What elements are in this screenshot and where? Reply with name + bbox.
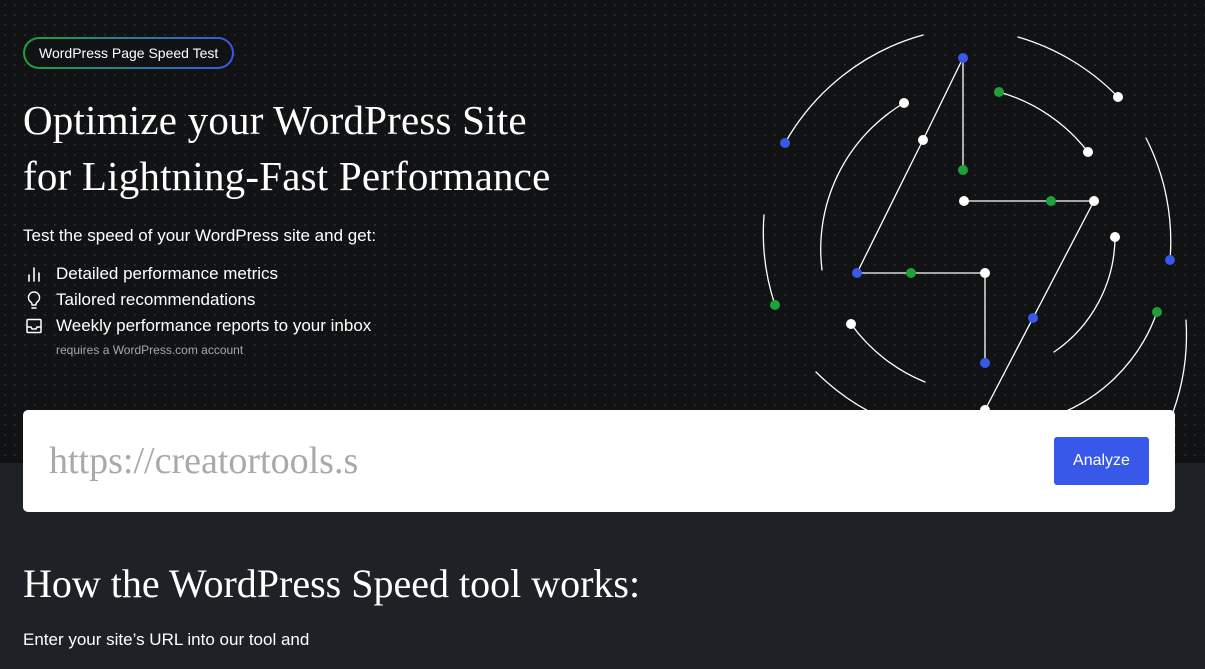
feature-item-recommendations: Tailored recommendations <box>23 287 371 313</box>
network-node <box>918 135 928 145</box>
network-node <box>1028 313 1038 323</box>
site-url-input[interactable] <box>49 428 1039 494</box>
feature-label: Weekly performance reports to your inbox <box>56 316 372 335</box>
network-node <box>780 138 790 148</box>
feature-list: Detailed performance metrics Tailored re… <box>23 261 371 339</box>
network-node <box>958 165 968 175</box>
network-node <box>906 268 916 278</box>
network-node <box>852 268 862 278</box>
feature-item-reports: Weekly performance reports to your inbox <box>23 313 371 339</box>
network-node <box>1152 307 1162 317</box>
hero-title: Optimize your WordPress Site for Lightni… <box>23 92 703 204</box>
speed-network-graphic <box>762 34 1188 421</box>
account-note: requires a WordPress.com account <box>56 343 244 357</box>
network-node <box>980 268 990 278</box>
hero-title-line-2: for Lightning-Fast Performance <box>23 153 551 199</box>
feature-label: Detailed performance metrics <box>56 264 279 283</box>
network-node <box>1110 232 1120 242</box>
url-form: Analyze <box>23 410 1175 512</box>
network-node <box>1113 92 1123 102</box>
network-node <box>980 358 990 368</box>
network-node <box>899 98 909 108</box>
inbox-icon <box>23 315 45 337</box>
network-node <box>770 300 780 310</box>
network-node <box>1083 147 1093 157</box>
network-node <box>1046 196 1056 206</box>
how-it-works-text: Enter your site’s URL into our tool and <box>23 630 310 649</box>
network-node <box>958 53 968 63</box>
network-node <box>959 196 969 206</box>
network-node <box>1089 196 1099 206</box>
analyze-button[interactable]: Analyze <box>1054 437 1149 485</box>
intro-text: Test the speed of your WordPress site an… <box>23 226 377 245</box>
feature-label: Tailored recommendations <box>56 290 256 309</box>
bar-chart-icon <box>23 263 45 285</box>
feature-item-metrics: Detailed performance metrics <box>23 261 371 287</box>
hero-title-line-1: Optimize your WordPress Site <box>23 97 527 143</box>
network-node <box>1165 255 1175 265</box>
lightbulb-icon <box>23 289 45 311</box>
how-it-works-title: How the WordPress Speed tool works: <box>23 561 641 606</box>
page-speed-badge: WordPress Page Speed Test <box>23 37 234 69</box>
network-node <box>994 87 1004 97</box>
hero-section: WordPress Page Speed Test Optimize your … <box>0 0 1205 463</box>
network-node <box>846 319 856 329</box>
